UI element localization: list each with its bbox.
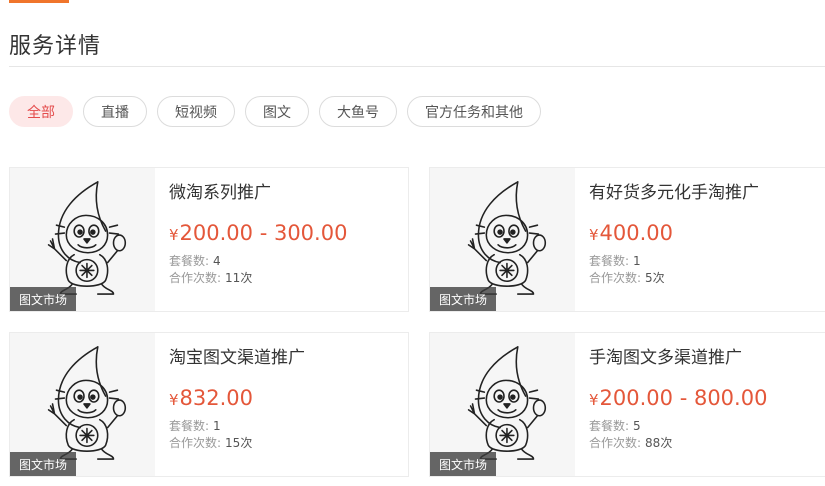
card-title[interactable]: 有好货多元化手淘推广 xyxy=(589,178,820,203)
coop-count-label: 合作次数: xyxy=(589,271,642,285)
category-badge: 图文市场 xyxy=(10,452,77,476)
currency-symbol: ¥ xyxy=(589,226,599,244)
card-thumbnail[interactable]: 图文市场 xyxy=(430,333,575,476)
service-card[interactable]: 图文市场 微淘系列推广 ¥200.00 - 300.00 套餐数: 4 合作次数:… xyxy=(9,167,409,312)
card-price: ¥200.00 - 300.00 xyxy=(169,221,400,245)
package-count-label: 套餐数: xyxy=(589,419,630,433)
coop-count-value: 11次 xyxy=(225,271,253,285)
service-card[interactable]: 图文市场 手淘图文多渠道推广 ¥200.00 - 800.00 套餐数: 5 合作… xyxy=(429,332,825,477)
package-count-label: 套餐数: xyxy=(589,254,630,268)
category-badge: 图文市场 xyxy=(430,452,497,476)
card-title[interactable]: 淘宝图文渠道推广 xyxy=(169,343,400,368)
price-value: 400.00 xyxy=(599,221,674,245)
category-badge: 图文市场 xyxy=(430,287,497,311)
currency-symbol: ¥ xyxy=(169,391,179,409)
package-count-value: 5 xyxy=(633,419,641,433)
coop-count-label: 合作次数: xyxy=(169,271,222,285)
coop-count-row: 合作次数: 5次 xyxy=(589,270,820,287)
coop-count-row: 合作次数: 15次 xyxy=(169,435,400,452)
card-price: ¥832.00 xyxy=(169,386,400,410)
mascot-icon xyxy=(47,181,127,295)
package-count-row: 套餐数: 1 xyxy=(169,418,400,435)
card-thumbnail[interactable]: 图文市场 xyxy=(10,168,155,311)
package-count-value: 1 xyxy=(213,419,221,433)
card-title[interactable]: 微淘系列推广 xyxy=(169,178,400,203)
card-thumbnail[interactable]: 图文市场 xyxy=(430,168,575,311)
mascot-icon xyxy=(467,181,547,295)
tab-dayu[interactable]: 大鱼号 xyxy=(319,96,397,127)
package-count-value: 1 xyxy=(633,254,641,268)
coop-count-label: 合作次数: xyxy=(169,436,222,450)
title-divider xyxy=(9,66,825,67)
mascot-icon xyxy=(467,346,547,460)
package-count-row: 套餐数: 4 xyxy=(169,253,400,270)
top-accent-bar xyxy=(9,0,69,3)
coop-count-row: 合作次数: 88次 xyxy=(589,435,820,452)
card-price: ¥400.00 xyxy=(589,221,820,245)
tab-short-video[interactable]: 短视频 xyxy=(157,96,235,127)
page-title: 服务详情 xyxy=(9,34,102,59)
coop-count-label: 合作次数: xyxy=(589,436,642,450)
card-thumbnail[interactable]: 图文市场 xyxy=(10,333,155,476)
package-count-label: 套餐数: xyxy=(169,254,210,268)
price-value: 832.00 xyxy=(179,386,254,410)
tab-all[interactable]: 全部 xyxy=(9,96,73,127)
tab-live[interactable]: 直播 xyxy=(83,96,147,127)
package-count-row: 套餐数: 1 xyxy=(589,253,820,270)
package-count-label: 套餐数: xyxy=(169,419,210,433)
currency-symbol: ¥ xyxy=(589,391,599,409)
package-count-value: 4 xyxy=(213,254,221,268)
package-count-row: 套餐数: 5 xyxy=(589,418,820,435)
tab-official-tasks[interactable]: 官方任务和其他 xyxy=(407,96,541,127)
price-value: 200.00 - 300.00 xyxy=(179,221,348,245)
coop-count-value: 15次 xyxy=(225,436,253,450)
mascot-icon xyxy=(47,346,127,460)
card-price: ¥200.00 - 800.00 xyxy=(589,386,820,410)
coop-count-value: 88次 xyxy=(645,436,673,450)
card-title[interactable]: 手淘图文多渠道推广 xyxy=(589,343,820,368)
price-value: 200.00 - 800.00 xyxy=(599,386,768,410)
category-tabs: 全部 直播 短视频 图文 大鱼号 官方任务和其他 xyxy=(9,96,541,127)
coop-count-row: 合作次数: 11次 xyxy=(169,270,400,287)
service-card[interactable]: 图文市场 淘宝图文渠道推广 ¥832.00 套餐数: 1 合作次数: 15次 xyxy=(9,332,409,477)
tab-image-text[interactable]: 图文 xyxy=(245,96,309,127)
category-badge: 图文市场 xyxy=(10,287,77,311)
currency-symbol: ¥ xyxy=(169,226,179,244)
service-card[interactable]: 图文市场 有好货多元化手淘推广 ¥400.00 套餐数: 1 合作次数: 5次 xyxy=(429,167,825,312)
coop-count-value: 5次 xyxy=(645,271,665,285)
